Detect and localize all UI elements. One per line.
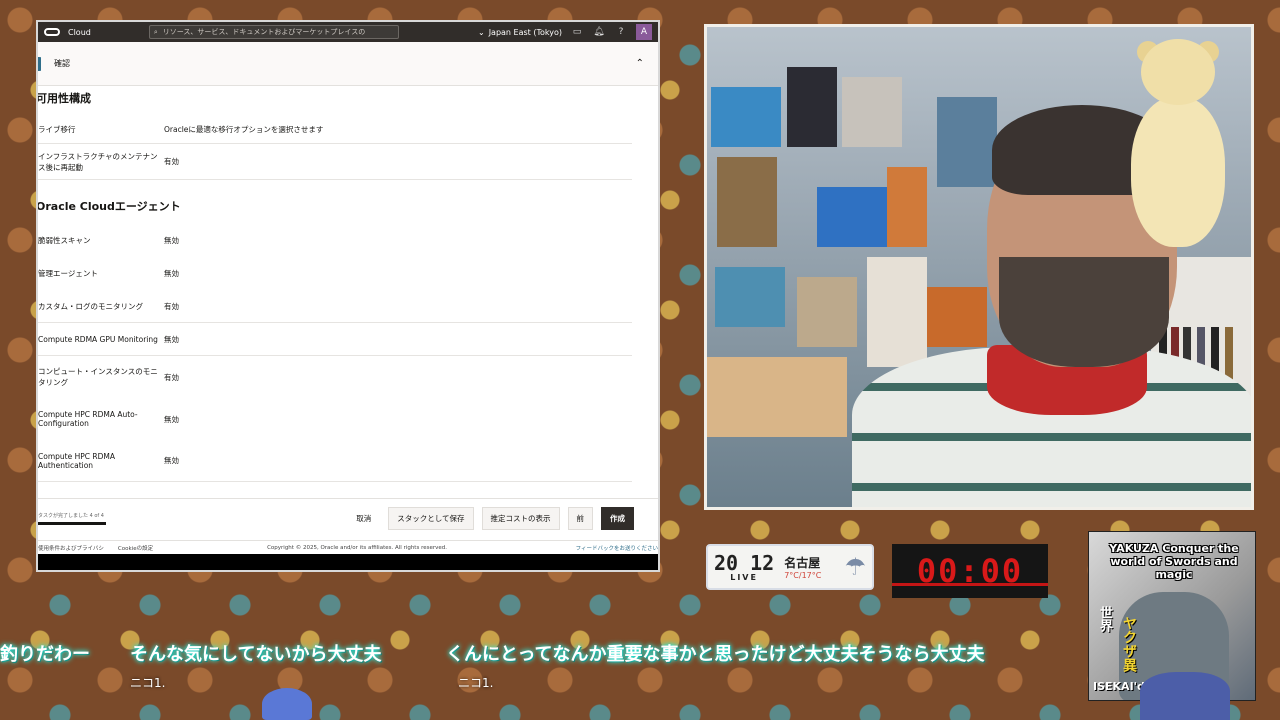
browser-window: Cloud ⌕ リソース、サービス、ドキュメントおよびマーケットプレイスの ⌄ … xyxy=(36,20,660,572)
detail-value: Oracleに最適な移行オプションを選択させます xyxy=(164,125,324,134)
book-jp-title-2: ヤクザ異 xyxy=(1121,616,1137,672)
wizard-footer: タスクが完了しました 4 of 4 取消 スタックとして保存 推定コストの表示 … xyxy=(38,498,658,538)
brand-label: Cloud xyxy=(68,27,91,37)
detail-key: Compute HPC RDMA Authentication xyxy=(38,451,115,470)
detail-row: 脆弱性スキャン 無効 xyxy=(38,224,632,257)
detail-key: インフラストラクチャのメンテナンス後に再起動 xyxy=(38,151,158,172)
detail-row: 管理エージェント 無効 xyxy=(38,257,632,290)
chat-message: そんな気にしてないから大丈夫 xyxy=(130,644,382,665)
detail-value: 無効 xyxy=(164,334,179,344)
create-button[interactable]: 作成 xyxy=(601,507,634,530)
detail-value: 無効 xyxy=(164,269,179,278)
search-icon: ⌕ xyxy=(153,27,158,36)
section-label: 確認 xyxy=(54,59,70,68)
search-placeholder: リソース、サービス、ドキュメントおよびマーケットプレイスの xyxy=(162,28,366,36)
progress-bar xyxy=(38,522,106,525)
chat-message: くんにとってなんか重要な事かと思ったけど大丈夫そうなら大丈夫 xyxy=(446,644,985,665)
copyright-text: Copyright © 2025, Oracle and/or its affi… xyxy=(267,544,447,551)
rain-cloud-icon: ☂ xyxy=(844,553,866,581)
detail-value: 無効 xyxy=(164,456,179,465)
detail-row: Cloud Guard Workload Protection 有効 xyxy=(38,482,632,496)
clock-time: 20 12 xyxy=(714,550,775,575)
detail-row: Compute HPC RDMA Auto-Configuration 無効 xyxy=(38,398,632,440)
timer-underline xyxy=(892,583,1048,586)
group-title: 可用性構成 xyxy=(38,92,91,105)
estimate-cost-button[interactable]: 推定コストの表示 xyxy=(481,507,560,530)
region-selector[interactable]: ⌄ Japan East (Tokyo) xyxy=(478,28,562,37)
review-section-header[interactable]: 確認 ⌃ xyxy=(38,42,658,86)
chat-username: ニコ1. xyxy=(130,676,166,690)
detail-value: 有効 xyxy=(164,301,179,311)
countdown-timer: 00:00 xyxy=(892,544,1048,598)
region-label: Japan East (Tokyo) xyxy=(488,27,562,37)
detail-value: 無効 xyxy=(164,236,179,245)
detail-value: 有効 xyxy=(164,372,179,382)
person-beard xyxy=(999,257,1169,367)
legal-footer: 使用条件およびプライバシ Cookieの設定 Copyright © 2025,… xyxy=(38,540,658,554)
detail-key: Compute HPC RDMA Auto-Configuration xyxy=(38,410,138,428)
chat-username: ニコ1. xyxy=(458,676,494,690)
detail-key: Compute RDMA GPU Monitoring xyxy=(38,334,158,344)
bell-icon[interactable]: 🔔︎ xyxy=(592,27,606,37)
review-content: 可用性構成 ライブ移行 Oracleに最適な移行オプションを選択させます インフ… xyxy=(38,86,658,496)
oracle-topbar: Cloud ⌕ リソース、サービス、ドキュメントおよびマーケットプレイスの ⌄ … xyxy=(38,22,658,42)
progress-text: タスクが完了しました 4 of 4 xyxy=(38,513,104,519)
detail-key: コンピュート・インスタンスのモニタリング xyxy=(38,367,158,387)
step-indicator-icon xyxy=(38,56,46,71)
search-input[interactable]: ⌕ リソース、サービス、ドキュメントおよびマーケットプレイスの xyxy=(148,25,399,39)
previous-button[interactable]: 前 xyxy=(567,507,593,530)
book-title: YAKUZA Conquer the world of Swords and m… xyxy=(1109,542,1239,582)
detail-row: ライブ移行 Oracleに最適な移行オプションを選択させます xyxy=(38,116,632,144)
clock-weather-widget: 20 12 LIVE 名古屋 7°C/17°C ☂ xyxy=(706,544,874,590)
detail-row: インフラストラクチャのメンテナンス後に再起動 有効 xyxy=(38,144,632,180)
cancel-button[interactable]: 取消 xyxy=(347,507,381,530)
teddy-bear xyxy=(1123,39,1233,249)
detail-row: カスタム・ログのモニタリング 有効 xyxy=(38,290,632,323)
detail-key: 管理エージェント xyxy=(38,269,98,278)
mascot-sprite xyxy=(1140,672,1230,720)
chevron-up-icon[interactable]: ⌃ xyxy=(636,58,644,69)
city-label: 名古屋 xyxy=(784,556,821,570)
detail-value: 無効 xyxy=(164,414,179,424)
webcam-feed xyxy=(704,24,1254,510)
detail-key: 脆弱性スキャン xyxy=(38,236,91,245)
detail-row: コンピュート・インスタンスのモニタリング 有効 xyxy=(38,356,632,398)
feedback-link[interactable]: フィードバックをお送りください xyxy=(576,544,658,552)
help-icon[interactable]: ? xyxy=(614,27,628,37)
detail-row: Compute RDMA GPU Monitoring 無効 xyxy=(38,323,632,356)
book-jp-title-1: 世界 xyxy=(1097,606,1112,632)
taskbar-strip xyxy=(38,554,658,570)
cloud-shell-icon[interactable]: ▭ xyxy=(570,27,584,37)
detail-key: カスタム・ログのモニタリング xyxy=(38,301,143,311)
progress-indicator: タスクが完了しました 4 of 4 xyxy=(38,512,108,525)
group-title: Oracle Cloudエージェント xyxy=(38,200,181,213)
chevron-down-icon: ⌄ xyxy=(477,27,485,37)
save-as-stack-button[interactable]: スタックとして保存 xyxy=(388,507,474,530)
privacy-link[interactable]: 使用条件およびプライバシ xyxy=(38,544,104,552)
cookie-link[interactable]: Cookieの設定 xyxy=(118,544,153,552)
temperature-label: 7°C/17°C xyxy=(784,571,822,580)
avatar[interactable]: A xyxy=(636,24,652,40)
chat-message: 釣りだわー xyxy=(0,644,90,665)
mascot-sprite xyxy=(262,688,312,720)
detail-row: Compute HPC RDMA Authentication 無効 xyxy=(38,440,632,482)
detail-value: 有効 xyxy=(164,157,179,166)
detail-key: ライブ移行 xyxy=(38,125,76,134)
oracle-logo-icon[interactable] xyxy=(44,28,60,36)
